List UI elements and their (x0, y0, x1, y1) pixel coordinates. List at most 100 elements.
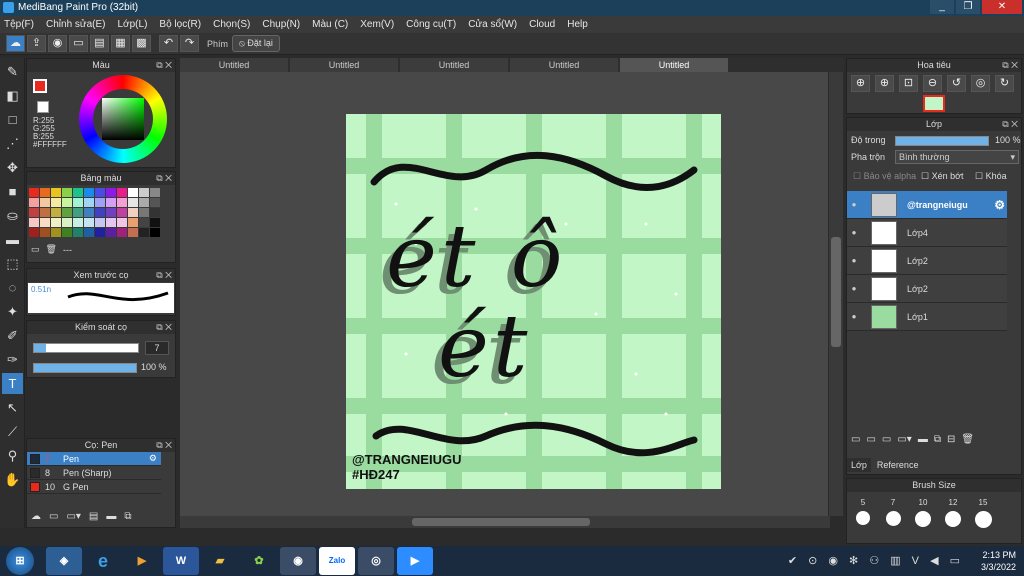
brush-size-value[interactable]: 7 (145, 341, 169, 355)
zoom-in-icon[interactable]: ⊕ (851, 75, 870, 92)
menu-filter[interactable]: Bộ lọc(R) (159, 19, 201, 30)
palette-swatch[interactable] (117, 218, 127, 227)
palette-swatch[interactable] (95, 188, 105, 197)
dot-icon[interactable]: ⋰ (2, 133, 23, 154)
menu-window[interactable]: Cửa sổ(W) (468, 19, 517, 30)
tab-untitled-2[interactable]: Untitled (290, 58, 398, 72)
palette-more[interactable]: --- (63, 245, 72, 255)
palette-swatch[interactable] (128, 208, 138, 217)
rotate-left-icon[interactable]: ↺ (947, 75, 966, 92)
palette-swatch[interactable] (106, 208, 116, 217)
maximize-button[interactable]: ❐ (956, 0, 980, 14)
layer-row[interactable]: ● Lớp2 (847, 275, 1007, 303)
palette-swatch[interactable] (139, 198, 149, 207)
folder-icon[interactable]: ▬ (918, 434, 928, 445)
visibility-icon[interactable]: ● (847, 256, 861, 265)
palette-swatch[interactable] (150, 208, 160, 217)
palette-swatch[interactable] (128, 218, 138, 227)
explorer-icon[interactable]: ▰ (202, 547, 238, 575)
palette-swatch[interactable] (62, 198, 72, 207)
palette-swatch[interactable] (40, 208, 50, 217)
magic-wand-icon[interactable]: ✦ (2, 301, 23, 322)
palette-swatch[interactable] (73, 218, 83, 227)
background-color-swatch[interactable] (37, 101, 49, 113)
chrome-icon[interactable]: ◉ (280, 547, 316, 575)
palette-swatch[interactable] (73, 198, 83, 207)
foreground-color-swatch[interactable] (33, 79, 47, 93)
palette-swatch[interactable] (139, 228, 149, 237)
palette-swatch[interactable] (150, 218, 160, 227)
palette-swatch[interactable] (117, 198, 127, 207)
color-wheel[interactable] (79, 75, 167, 163)
zoom-icon[interactable]: ▶ (397, 547, 433, 575)
layer-opacity-slider[interactable] (895, 136, 989, 146)
panel-controls-icon[interactable]: ⧉ ✕ (156, 59, 172, 72)
trash-icon[interactable]: 🗑 (46, 244, 57, 255)
brush-size-preset[interactable]: 10 (911, 498, 935, 528)
palette-swatch[interactable] (51, 198, 61, 207)
menu-layer[interactable]: Lớp(L) (118, 19, 148, 30)
comment-icon[interactable]: ◉ (48, 35, 67, 52)
tab-untitled-3[interactable]: Untitled (400, 58, 508, 72)
new-brush-icon[interactable]: ▭ (49, 511, 58, 522)
blend-mode-select[interactable]: Bình thường ▾ (895, 150, 1019, 164)
palette-swatch[interactable] (95, 198, 105, 207)
menu-cloud[interactable]: Cloud (529, 19, 555, 30)
new-halftone-layer-icon[interactable]: ▭ (866, 434, 875, 445)
brush-size-preset[interactable]: 7 (881, 498, 905, 528)
select-icon[interactable]: ⬚ (2, 253, 23, 274)
duplicate-icon[interactable]: ⧉ (124, 511, 131, 522)
layer-row[interactable]: ● Lớp2 (847, 247, 1007, 275)
saturation-square[interactable] (102, 98, 144, 140)
palette-swatch[interactable] (84, 188, 94, 197)
palette-swatch[interactable] (106, 228, 116, 237)
panel-controls-icon[interactable]: ⧉ ✕ (156, 439, 172, 452)
add-palette-icon[interactable]: ▭ (31, 244, 40, 255)
select-pen-icon[interactable]: ✐ (2, 325, 23, 346)
tab-untitled-5[interactable]: Untitled (620, 58, 728, 72)
document-icon[interactable]: ▤ (90, 35, 109, 52)
chrome-app-icon[interactable]: ◎ (358, 547, 394, 575)
palette-swatch[interactable] (29, 188, 39, 197)
bucket-icon[interactable]: ⛀ (2, 205, 23, 226)
gear-icon[interactable]: ⚙ (994, 198, 1005, 212)
palette-swatch[interactable] (29, 218, 39, 227)
trash-icon[interactable]: 🗑 (961, 434, 974, 445)
palette-swatch[interactable] (95, 218, 105, 227)
move-icon[interactable]: ✥ (2, 157, 23, 178)
brush-item[interactable]: 7 Pen ⚙ (27, 452, 161, 466)
brush-size-preset[interactable]: 12 (941, 498, 965, 528)
palette-swatch[interactable] (139, 188, 149, 197)
brush-opacity-slider[interactable] (33, 363, 137, 373)
tab-layer[interactable]: Lớp (847, 458, 871, 472)
duplicate-icon[interactable]: ⧉ (934, 434, 941, 445)
menu-select[interactable]: Chọn(S) (213, 19, 250, 30)
copy-icon[interactable]: ▤ (89, 511, 98, 522)
palette-swatch[interactable] (139, 218, 149, 227)
panel-controls-icon[interactable]: ⧉ ✕ (1002, 59, 1018, 72)
panel-controls-icon[interactable]: ⧉ ✕ (156, 269, 172, 282)
add-layer-menu-icon[interactable]: ▭▾ (897, 434, 911, 445)
brush-item[interactable]: 10 G Pen (27, 480, 161, 494)
hand-icon[interactable]: ✋ (2, 469, 23, 490)
palette-swatch[interactable] (51, 208, 61, 217)
horizontal-scrollbar[interactable] (180, 516, 830, 528)
zalo-icon[interactable]: Zalo (319, 547, 355, 575)
palette-swatch[interactable] (29, 208, 39, 217)
gradient-icon[interactable]: ▬ (2, 229, 23, 250)
palette-swatch[interactable] (29, 228, 39, 237)
lasso-icon[interactable]: ◌ (2, 277, 23, 298)
brush-size-preset[interactable]: 15 (971, 498, 995, 528)
text-icon[interactable]: T (2, 373, 23, 394)
visibility-icon[interactable]: ● (847, 200, 861, 209)
brush-size-slider[interactable] (33, 343, 139, 353)
menu-file[interactable]: Tệp(F) (4, 19, 34, 30)
palette-swatch[interactable] (117, 188, 127, 197)
palette-swatch[interactable] (106, 188, 116, 197)
palette-swatch[interactable] (29, 198, 39, 207)
menu-edit[interactable]: Chỉnh sửa(E) (46, 19, 106, 30)
palette-swatch[interactable] (128, 188, 138, 197)
visibility-icon[interactable]: ● (847, 284, 861, 293)
visibility-icon[interactable]: ● (847, 312, 861, 321)
palette-swatch[interactable] (40, 188, 50, 197)
